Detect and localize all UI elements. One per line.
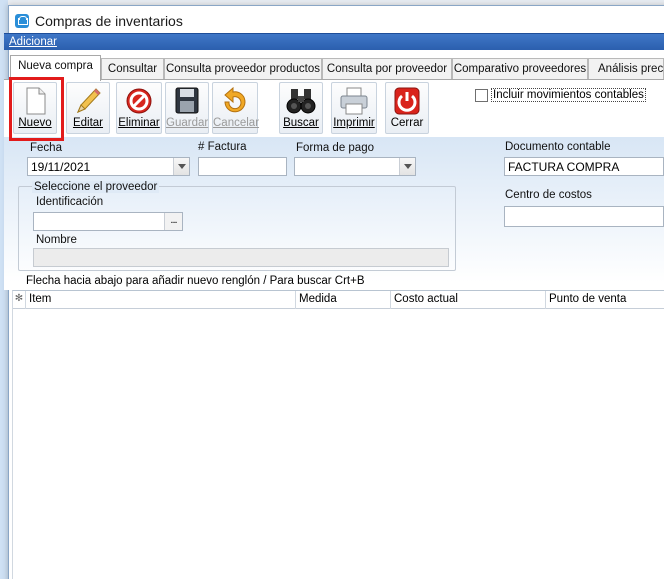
- tab-consulta-por-proveedor[interactable]: Consulta por proveedor: [322, 58, 452, 80]
- fecha-value: 19/11/2021: [31, 160, 91, 174]
- incluir-movimientos-option[interactable]: Incluir movimientos contables: [475, 88, 646, 102]
- menu-adicionar[interactable]: Adicionar: [9, 36, 57, 48]
- cancelar-label: Cancelar: [213, 117, 260, 129]
- undo-arrow-icon: [224, 86, 246, 113]
- menu-bar: Adicionar: [4, 33, 664, 50]
- centro-costos-label: Centro de costos: [505, 189, 592, 201]
- tab-consultar[interactable]: Consultar: [101, 58, 164, 80]
- binoculars-icon: [286, 89, 316, 114]
- eliminar-label: Eliminar: [118, 117, 160, 129]
- column-header-medida[interactable]: Medida: [296, 291, 391, 309]
- guardar-button[interactable]: Guardar: [165, 82, 209, 134]
- tab-comparativo-proveedores[interactable]: Comparativo proveedores: [452, 58, 588, 80]
- column-header-costo-actual[interactable]: Costo actual: [391, 291, 546, 309]
- identificacion-lookup-button[interactable]: ...: [164, 213, 182, 230]
- fecha-dropdown-icon[interactable]: [173, 158, 189, 175]
- nombre-label: Nombre: [36, 234, 77, 246]
- column-header-punto-venta[interactable]: Punto de venta: [546, 291, 664, 309]
- identificacion-label: Identificación: [36, 196, 104, 208]
- cerrar-label: Cerrar: [390, 117, 424, 129]
- forma-pago-dropdown-icon[interactable]: [399, 158, 415, 175]
- tab-consulta-proveedor-productos[interactable]: Consulta proveedor productos: [164, 58, 322, 80]
- nombre-field: [33, 248, 449, 267]
- pencil-icon: [77, 88, 101, 113]
- editar-label: Editar: [72, 117, 104, 129]
- buscar-label: Buscar: [283, 117, 319, 129]
- tab-analisis-precios[interactable]: Análisis precios: [588, 58, 664, 80]
- factura-label: # Factura: [198, 141, 247, 153]
- nuevo-highlight-box: [9, 77, 64, 141]
- forma-pago-label: Forma de pago: [296, 142, 374, 154]
- cerrar-button[interactable]: Cerrar: [385, 82, 429, 134]
- imprimir-label: Imprimir: [333, 117, 375, 129]
- proveedor-group-title: Seleccione el proveedor: [32, 181, 160, 193]
- eliminar-button[interactable]: Eliminar: [116, 82, 162, 134]
- forma-pago-select[interactable]: [294, 157, 416, 176]
- column-header-item[interactable]: Item: [26, 291, 296, 309]
- printer-icon: [340, 87, 368, 115]
- identificacion-field[interactable]: ...: [33, 212, 183, 231]
- documento-contable-field[interactable]: FACTURA COMPRA: [504, 157, 664, 176]
- grid-hint-text: Flecha hacia abajo para añadir nuevo ren…: [26, 275, 365, 287]
- grid-header: ✻ Item Medida Costo actual Punto de vent…: [13, 291, 664, 309]
- fecha-label: Fecha: [30, 142, 62, 154]
- centro-costos-field[interactable]: [504, 206, 664, 227]
- floppy-disk-icon: [175, 87, 199, 114]
- app-icon: [15, 14, 29, 28]
- new-row-marker-icon: ✻: [13, 291, 26, 309]
- power-icon: [394, 87, 420, 115]
- title-bar: Compras de inventarios: [9, 6, 664, 36]
- tab-strip: Nueva compra Consultar Consulta proveedo…: [4, 55, 664, 81]
- window-title: Compras de inventarios: [35, 13, 183, 29]
- cancelar-button[interactable]: Cancelar: [212, 82, 260, 134]
- documento-contable-label: Documento contable: [505, 141, 611, 153]
- delete-icon: [126, 88, 152, 114]
- items-grid[interactable]: ✻ Item Medida Costo actual Punto de vent…: [12, 290, 664, 579]
- incluir-movimientos-label: Incluir movimientos contables: [491, 88, 646, 102]
- guardar-label: Guardar: [166, 117, 209, 129]
- incluir-movimientos-checkbox[interactable]: [475, 88, 488, 102]
- editar-button[interactable]: Editar: [66, 82, 110, 134]
- fecha-field[interactable]: 19/11/2021: [27, 157, 190, 176]
- buscar-button[interactable]: Buscar: [279, 82, 323, 134]
- imprimir-button[interactable]: Imprimir: [331, 82, 377, 134]
- factura-input[interactable]: [198, 157, 287, 176]
